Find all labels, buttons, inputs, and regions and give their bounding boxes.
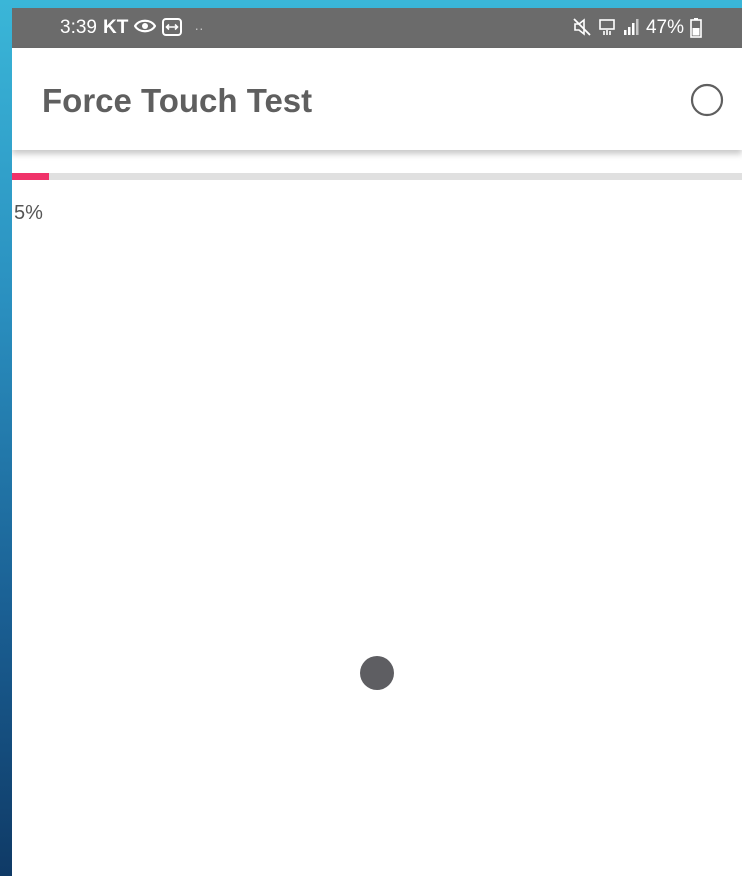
eye-icon — [134, 18, 157, 38]
data-icon — [598, 18, 616, 38]
app-screen: 3:39 KT ·· 47% Force Touch Test 5% — [12, 8, 742, 876]
status-carrier: KT — [102, 17, 129, 38]
battery-icon — [690, 18, 702, 38]
touch-indicator-dot — [360, 656, 394, 690]
touch-area[interactable] — [12, 188, 742, 876]
pressure-progress-fill — [12, 173, 49, 180]
app-bar: Force Touch Test — [12, 48, 742, 150]
signal-icon — [622, 18, 640, 38]
mute-icon — [572, 18, 592, 38]
page-title: Force Touch Test — [42, 82, 313, 119]
remote-icon — [162, 18, 183, 38]
status-right: 47% — [572, 17, 702, 39]
status-time: 3:39 — [60, 17, 97, 38]
more-notifications-icon: ·· — [194, 20, 204, 36]
circle-outline-icon[interactable] — [690, 83, 724, 117]
battery-percent: 47% — [645, 17, 684, 38]
pressure-progress-bar — [12, 173, 742, 180]
status-bar: 3:39 KT ·· 47% — [12, 8, 742, 48]
status-left: 3:39 KT ·· — [60, 17, 204, 39]
